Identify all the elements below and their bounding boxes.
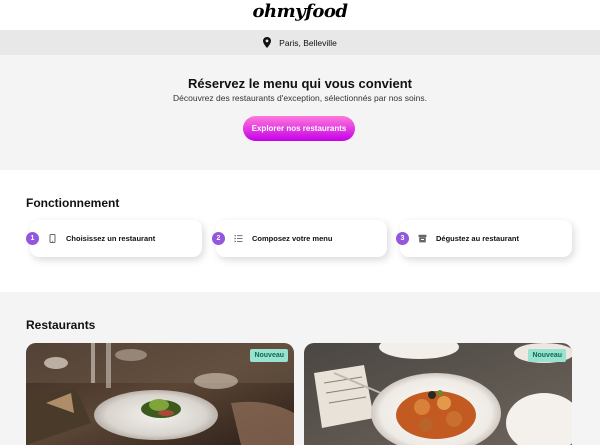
step-number-badge: 3	[396, 232, 409, 245]
step-card-2: 2 Composez votre menu	[212, 220, 387, 257]
step-card-3: 3 Dégustez au restaurant	[396, 220, 572, 257]
restaurant-card-2[interactable]: Nouveau	[304, 343, 572, 445]
ohmyfood-logo[interactable]: ohmyfood	[253, 1, 348, 22]
hero-section: Réservez le menu qui vous convient Décou…	[0, 55, 600, 170]
new-badge: Nouveau	[250, 349, 288, 362]
site-header: ohmyfood	[0, 0, 600, 30]
step-number-badge: 1	[26, 232, 39, 245]
step-label: Choisissez un restaurant	[66, 234, 156, 243]
location-pin-icon	[263, 37, 272, 48]
restaurant-card-1[interactable]: Nouveau	[26, 343, 294, 445]
location-text: Paris, Belleville	[279, 37, 337, 48]
hero-title: Réservez le menu qui vous convient	[188, 76, 412, 91]
hero-subtitle: Découvrez des restaurants d'exception, s…	[173, 93, 427, 103]
location-bar: Paris, Belleville	[0, 30, 600, 55]
mobile-phone-icon	[49, 234, 56, 243]
store-icon	[418, 234, 427, 243]
explore-restaurants-button[interactable]: Explorer nos restaurants	[243, 116, 355, 141]
restaurants-title: Restaurants	[26, 318, 96, 332]
how-it-works-title: Fonctionnement	[26, 196, 120, 210]
step-label: Composez votre menu	[252, 234, 333, 243]
step-card-1: 1 Choisissez un restaurant	[26, 220, 202, 257]
new-badge: Nouveau	[528, 349, 566, 362]
list-icon	[234, 235, 243, 243]
step-number-badge: 2	[212, 232, 225, 245]
step-label: Dégustez au restaurant	[436, 234, 519, 243]
restaurants-section: Restaurants Nouveau Nouveau	[0, 292, 600, 445]
how-it-works-section: Fonctionnement 1 Choisissez un restauran…	[0, 170, 600, 292]
